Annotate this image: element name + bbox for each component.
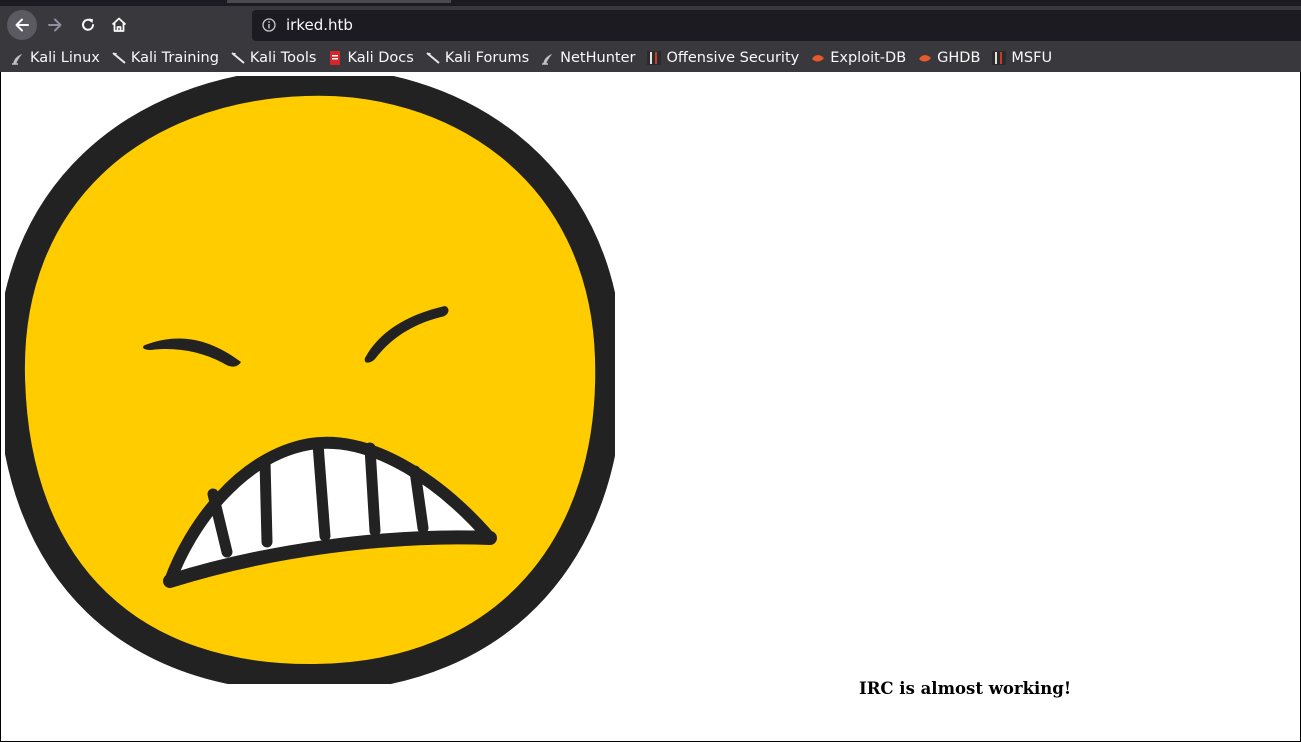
kali-dragon-icon — [231, 52, 245, 64]
bookmark-exploit-db[interactable]: Exploit-DB — [810, 50, 906, 66]
kali-docs-icon — [330, 51, 341, 65]
bookmark-label: Exploit-DB — [830, 50, 907, 66]
bookmark-label: GHDB — [937, 50, 981, 66]
browser-toolbar: irked.htb Kali Linux Kali Training Kali … — [0, 0, 1301, 72]
bookmark-label: NetHunter — [560, 50, 636, 66]
kali-dragon-icon — [542, 54, 553, 65]
reload-icon — [82, 18, 94, 31]
info-icon[interactable] — [262, 18, 276, 32]
irc-status-message: IRC is almost working! — [859, 679, 1072, 698]
kali-dragon-icon — [426, 52, 440, 64]
bookmark-kali-docs[interactable]: Kali Docs — [327, 50, 414, 66]
bookmark-offensive-security[interactable]: Offensive Security — [646, 50, 799, 66]
active-tab-indicator — [227, 0, 451, 3]
arrow-right-icon — [48, 18, 62, 32]
home-icon — [111, 17, 127, 32]
offsec-icon — [647, 51, 662, 65]
bookmark-label: Kali Tools — [249, 50, 317, 66]
bookmark-label: Kali Forums — [444, 50, 530, 66]
bookmark-kali-forums[interactable]: Kali Forums — [425, 50, 529, 66]
kali-dragon-icon — [112, 52, 126, 64]
forward-button[interactable] — [40, 10, 70, 40]
bookmark-label: Kali Docs — [347, 50, 414, 66]
bookmark-label: Offensive Security — [666, 50, 800, 66]
bookmark-label: Kali Linux — [30, 50, 100, 66]
angry-face-image — [5, 76, 615, 684]
url-bar[interactable]: irked.htb — [252, 10, 1301, 41]
bookmark-kali-tools[interactable]: Kali Tools — [230, 50, 317, 66]
home-button[interactable] — [104, 10, 134, 40]
back-button[interactable] — [7, 10, 37, 40]
exploitdb-icon — [919, 55, 932, 62]
exploitdb-icon — [812, 55, 825, 62]
bookmark-kali-linux[interactable]: Kali Linux — [10, 50, 100, 66]
bookmark-ghdb[interactable]: GHDB — [917, 50, 980, 66]
bookmark-msfu[interactable]: MSFU — [991, 50, 1052, 66]
bookmark-nethunter[interactable]: NetHunter — [540, 50, 635, 66]
bookmark-kali-training[interactable]: Kali Training — [111, 50, 219, 66]
reload-button[interactable] — [73, 10, 103, 40]
offsec-icon — [992, 51, 1007, 65]
bookmarks-bar: Kali Linux Kali Training Kali Tools Kali… — [10, 46, 1063, 70]
url-text[interactable]: irked.htb — [286, 16, 353, 34]
bookmark-label: Kali Training — [130, 50, 219, 66]
arrow-left-icon — [15, 18, 29, 32]
tab-strip — [0, 0, 1301, 6]
kali-dragon-icon — [12, 54, 22, 65]
bookmark-label: MSFU — [1011, 50, 1053, 66]
